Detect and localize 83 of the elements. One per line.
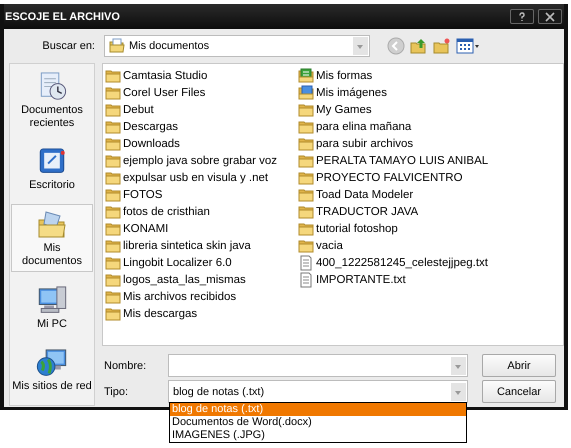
help-icon (517, 12, 527, 22)
documents-folder-icon (109, 38, 125, 54)
file-name-field[interactable] (168, 354, 468, 377)
file-item[interactable]: IMPORTANTE.txt (298, 271, 563, 288)
file-item[interactable]: Mis descargas (105, 305, 298, 322)
network-computer-icon (36, 346, 68, 378)
file-item[interactable]: para subir archivos (298, 135, 563, 152)
file-item[interactable]: Descargas (105, 118, 298, 135)
file-item[interactable]: para elina mañana (298, 118, 563, 135)
window-title: ESCOJE EL ARCHIVO (5, 10, 120, 22)
close-icon (545, 12, 555, 22)
text-file-icon (298, 254, 314, 270)
file-item[interactable]: Mis archivos recibidos (105, 288, 298, 305)
file-item[interactable]: ejemplo java sobre grabar voz (105, 152, 298, 169)
dropdown-option[interactable]: IMAGENES (.JPG) (170, 429, 466, 442)
file-item[interactable]: KONAMI (105, 220, 298, 237)
file-item[interactable]: TRADUCTOR JAVA (298, 203, 563, 220)
picture-folder-icon (298, 84, 314, 100)
folder-icon (298, 170, 314, 186)
file-item[interactable]: Lingobit Localizer 6.0 (105, 254, 298, 271)
folder-icon (105, 118, 121, 134)
new-folder-icon[interactable] (433, 37, 451, 55)
file-item[interactable]: My Games (298, 101, 563, 118)
folder-icon (105, 220, 121, 236)
file-item[interactable]: fotos de cristhian (105, 203, 298, 220)
folder-icon (298, 186, 314, 202)
folder-icon (298, 220, 314, 236)
cancel-button[interactable]: Cancelar (482, 380, 556, 403)
file-item[interactable]: logos_asta_las_mismas (105, 271, 298, 288)
file-item[interactable]: libreria sintetica skin java (105, 237, 298, 254)
file-item[interactable]: 400_1222581245_celestejjpeg.txt (298, 254, 563, 271)
folder-icon (105, 84, 121, 100)
folder-icon (298, 238, 314, 254)
up-folder-icon[interactable] (410, 37, 428, 55)
file-name-label: Nombre: (103, 360, 148, 372)
open-button[interactable]: Abrir (482, 354, 556, 377)
file-item[interactable]: Debut (105, 101, 298, 118)
text-file-icon (298, 272, 314, 288)
folder-icon (105, 186, 121, 202)
file-item[interactable]: vacia (298, 237, 563, 254)
places-item[interactable]: Mis documentos (11, 204, 93, 272)
folder-icon (298, 204, 314, 220)
folder-icon (105, 238, 121, 254)
folder-icon (298, 102, 314, 118)
places-item[interactable]: Mis sitios de red (11, 342, 93, 397)
view-menu-icon[interactable] (456, 38, 480, 54)
file-type-label: Tipo: (103, 386, 130, 398)
folder-icon (105, 254, 121, 270)
folder-icon (105, 204, 121, 220)
folder-icon (298, 136, 314, 152)
folder-icon (105, 306, 121, 322)
look-in-label: Buscar en: (41, 40, 95, 52)
file-item[interactable]: FOTOS (105, 186, 298, 203)
file-item[interactable]: PROYECTO FALVICENTRO (298, 169, 563, 186)
dropdown-option[interactable]: Documentos de Word(.docx) (170, 416, 466, 429)
computer-icon (36, 284, 68, 316)
look-in-dropdown[interactable]: Mis documentos (104, 35, 370, 57)
file-item[interactable]: Downloads (105, 135, 298, 152)
form-folder-icon (298, 68, 314, 84)
file-item[interactable]: Toad Data Modeler (298, 186, 563, 203)
folder-icon (105, 170, 121, 186)
folder-icon (298, 118, 314, 134)
folder-icon (105, 102, 121, 118)
file-item[interactable]: Corel User Files (105, 84, 298, 101)
folder-icon (298, 152, 314, 168)
places-item[interactable]: Mi PC (11, 280, 93, 335)
file-type-dropdown[interactable]: blog de notas (.txt) (168, 380, 468, 403)
file-item[interactable]: Camtasia Studio (105, 67, 298, 84)
folder-icon (105, 136, 121, 152)
places-item[interactable]: Documentos recientes (11, 67, 93, 134)
file-item[interactable]: tutorial fotoshop (298, 220, 563, 237)
folder-icon (105, 68, 121, 84)
help-button[interactable] (510, 9, 534, 24)
file-item[interactable]: Mis imágenes (298, 84, 563, 101)
file-item[interactable]: Mis formas (298, 67, 563, 84)
folder-icon (105, 152, 121, 168)
file-item[interactable]: PERALTA TAMAYO LUIS ANIBAL (298, 152, 563, 169)
folder-icon (105, 272, 121, 288)
back-icon[interactable] (387, 37, 405, 55)
close-button[interactable] (538, 9, 562, 24)
folder-icon (105, 288, 121, 304)
places-item[interactable]: Escritorio (11, 142, 93, 196)
file-item[interactable]: expulsar usb en visula y .net (105, 169, 298, 186)
